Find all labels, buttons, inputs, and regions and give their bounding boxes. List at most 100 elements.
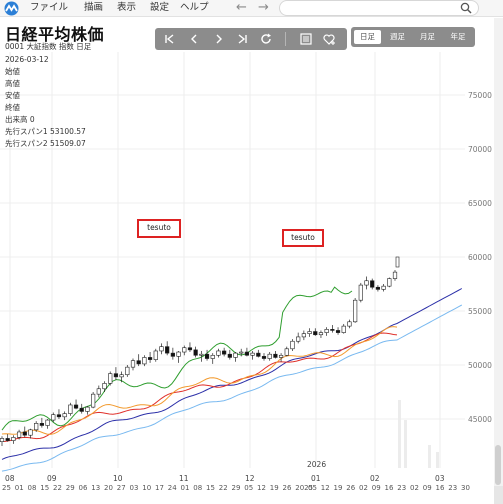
refresh-icon[interactable] — [259, 32, 273, 46]
line-orange — [1, 326, 398, 435]
candle-body — [147, 357, 153, 360]
candle-body — [11, 437, 16, 441]
chart-toolbar — [155, 28, 347, 50]
candle-body — [136, 360, 141, 365]
candle-body — [210, 354, 215, 359]
price-axis-label: 70000 — [468, 145, 492, 154]
candle-body — [28, 429, 33, 436]
date-tick-label: 13 — [91, 484, 100, 492]
date-tick-label: 09 — [423, 484, 432, 492]
candle-body — [296, 336, 301, 342]
date-tick-label: 05 — [244, 484, 253, 492]
price-axis-label: 50000 — [468, 361, 492, 370]
period-daily[interactable]: 日足 — [354, 30, 381, 44]
price-axis-label: 60000 — [468, 253, 492, 262]
next-icon[interactable] — [212, 32, 226, 46]
candle-body — [375, 286, 381, 290]
favorite-add-icon[interactable] — [322, 32, 336, 46]
prev-icon[interactable] — [187, 32, 201, 46]
date-tick-label: 05 — [308, 484, 317, 492]
candle-body — [392, 271, 398, 279]
close-label: 終値 — [5, 103, 20, 112]
date-tick-label: 01 — [15, 484, 24, 492]
scrollbar-thumb[interactable] — [495, 445, 501, 485]
candle-body — [347, 321, 352, 327]
date-tick-label: 22 — [219, 484, 228, 492]
vertical-scrollbar[interactable] — [494, 18, 503, 504]
year-label: 2026 — [307, 460, 326, 469]
line-blue — [1, 288, 463, 460]
skip-forward-icon[interactable] — [235, 32, 249, 46]
candle-body — [56, 414, 62, 418]
candle-body — [91, 393, 96, 408]
span2-label: 先行スパン2 51509.07 — [5, 139, 86, 148]
candle-body — [364, 280, 369, 286]
candle-body — [34, 423, 39, 431]
date-tick-label: 22 — [53, 484, 62, 492]
candle-body — [227, 353, 232, 358]
date-tick-label: 24 — [168, 484, 177, 492]
symbol-info: 0001 大証指数 指数 日足 — [5, 42, 92, 51]
resize-grip[interactable] — [494, 486, 503, 504]
date-tick-label: 15 — [206, 484, 215, 492]
candle-body — [335, 330, 341, 333]
candle-body — [5, 438, 10, 441]
skip-back-icon[interactable] — [163, 32, 177, 46]
date-tick-label: 01 — [181, 484, 190, 492]
candle-body — [341, 325, 346, 333]
candle-body — [313, 331, 318, 336]
date-tick-label: 12 — [257, 484, 266, 492]
period-weekly[interactable]: 週足 — [384, 30, 411, 44]
date-tick-label: 17 — [155, 484, 164, 492]
volume-bar — [398, 400, 401, 468]
period-selector: 日足 週足 月足 年足 — [351, 27, 475, 47]
period-monthly[interactable]: 月足 — [414, 30, 441, 44]
candle-body — [381, 285, 386, 290]
date-tick-label: 26 — [283, 484, 292, 492]
current-date: 2026-03-12 — [5, 55, 49, 64]
volume-bar — [428, 445, 431, 468]
candle-body — [250, 352, 255, 356]
chart-area[interactable]: 4500050000550006000065000700007500025 01 0… — [0, 0, 503, 504]
volume-label: 出来高 0 — [5, 115, 35, 124]
month-label: 11 — [179, 474, 189, 483]
period-yearly[interactable]: 年足 — [444, 30, 472, 44]
candle-body — [22, 431, 27, 436]
list-icon[interactable] — [299, 32, 313, 46]
date-tick-label: 25 — [2, 484, 11, 492]
date-tick-label: 26 — [346, 484, 355, 492]
candle-body — [62, 413, 67, 418]
price-axis-label: 55000 — [468, 307, 492, 316]
candle-body — [85, 406, 90, 412]
candle-body — [68, 404, 73, 414]
month-label: 12 — [245, 474, 255, 483]
candle-body — [324, 329, 329, 333]
date-tick-label: 19 — [334, 484, 343, 492]
chart-note[interactable]: tesuto — [282, 229, 324, 247]
candle-body — [353, 299, 358, 323]
candle-body — [358, 284, 363, 301]
date-tick-label: 30 — [461, 484, 470, 492]
line-red — [1, 332, 398, 442]
candle-body — [222, 350, 227, 355]
price-axis-label: 75000 — [468, 91, 492, 100]
candle-body — [142, 357, 147, 365]
date-tick-label: 27 — [117, 484, 126, 492]
date-tick-label: 02 — [410, 484, 419, 492]
candle-body — [79, 407, 84, 412]
candle-body — [239, 351, 244, 354]
candle-body — [395, 256, 400, 268]
candle-body — [153, 350, 158, 360]
candle-body — [204, 353, 210, 359]
date-tick-label: 12 — [321, 484, 330, 492]
volume-bar — [436, 452, 439, 468]
candle-body — [199, 353, 204, 356]
chart-note[interactable]: tesuto — [137, 219, 181, 238]
candle-body — [261, 356, 267, 359]
price-axis-label: 65000 — [468, 199, 492, 208]
month-label: 02 — [370, 474, 380, 483]
candle-body — [113, 373, 119, 378]
candle-body — [318, 332, 324, 336]
candle-body — [233, 352, 238, 358]
date-tick-label: 09 — [372, 484, 381, 492]
